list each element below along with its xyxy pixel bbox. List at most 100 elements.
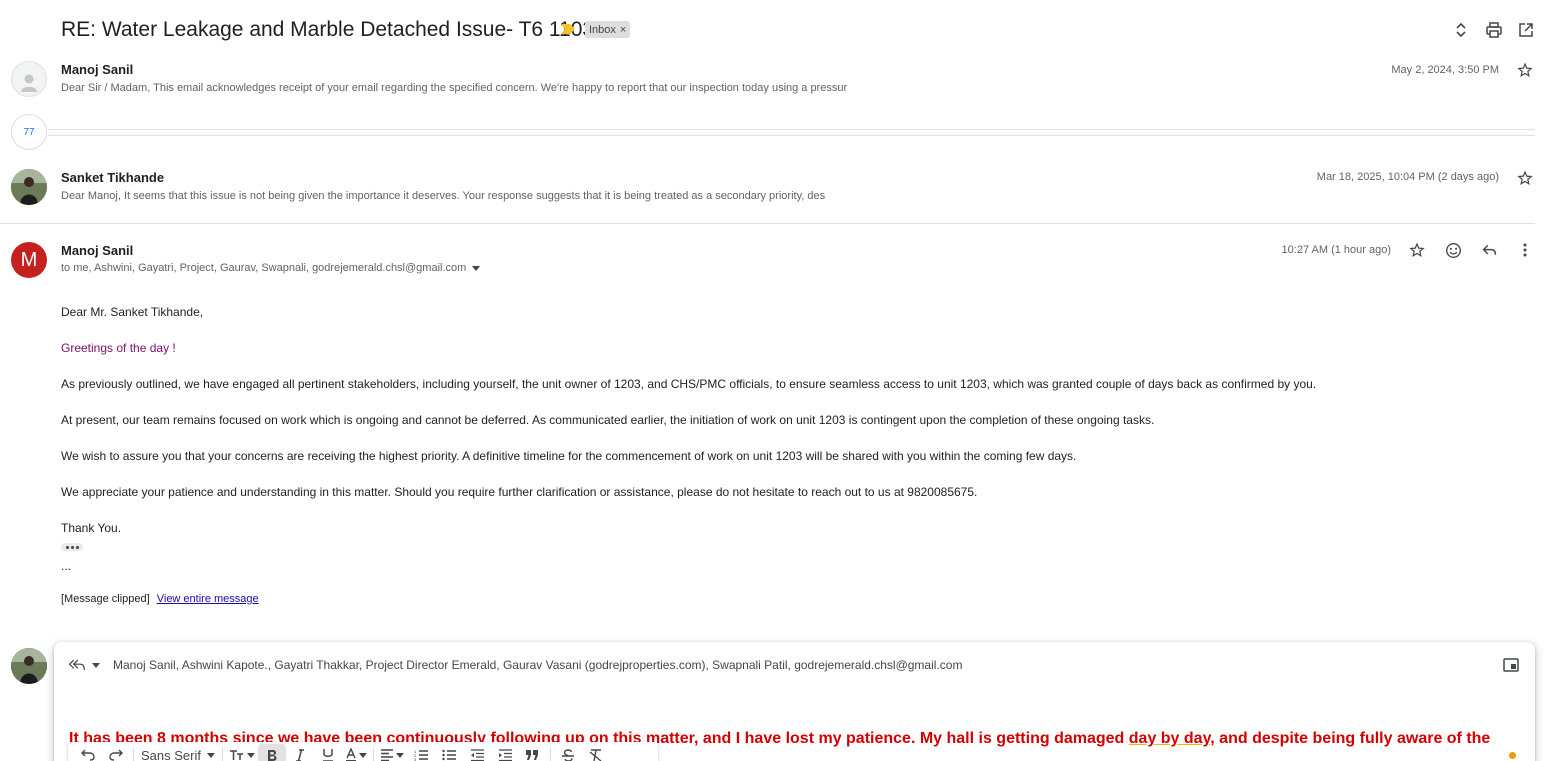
text-size-icon [229,750,255,760]
open-in-new-icon [1519,23,1533,37]
message-snippet[interactable]: Dear Manoj, It seems that this issue is … [61,190,1061,202]
remove-formatting-button[interactable] [582,744,610,761]
quote-icon [526,750,539,760]
toolbar-separator [549,747,551,761]
avatar[interactable] [11,61,47,97]
redo-icon [109,749,123,761]
email-subject: RE: Water Leakage and Marble Detached Is… [61,18,595,41]
label-badge-inbox[interactable]: Inbox × [585,21,631,38]
undo-icon [81,749,95,761]
indent-less-button[interactable] [463,744,491,761]
open-new-window-button[interactable] [1517,21,1535,39]
collapsed-messages-count[interactable]: 77 [11,114,47,150]
unfold-icon [1456,22,1466,38]
star-outline-icon [1517,170,1533,186]
message-date: Mar 18, 2025, 10:04 PM (2 days ago) [1316,171,1499,183]
bold-button[interactable] [257,744,286,761]
sender-name[interactable]: Sanket Tikhande [61,170,164,185]
sender-name[interactable]: Manoj Sanil [61,62,133,77]
undo-button[interactable] [74,744,102,761]
pop-out-reply-button[interactable] [1503,658,1519,672]
font-size-button[interactable] [226,744,258,761]
email-signoff: Thank You. [61,521,122,535]
sender-name[interactable]: Manoj Sanil [61,243,133,258]
chevron-down-icon [92,662,100,668]
add-reaction-button[interactable] [1445,242,1462,259]
toolbar-separator [221,747,223,761]
email-greeting: Greetings of the day ! [61,341,176,355]
more-options-button[interactable] [1517,242,1533,258]
avatar[interactable] [11,169,47,205]
message-date: May 2, 2024, 3:50 PM [1391,64,1499,76]
numbered-list-icon: 123 [414,749,428,761]
align-left-icon [380,749,404,761]
importance-marker-icon[interactable] [561,24,575,34]
toolbar-separator [133,747,134,761]
bulleted-list-button[interactable] [435,744,463,761]
star-button[interactable] [1409,242,1425,258]
strikethrough-button[interactable] [554,744,582,761]
chevron-down-icon [472,265,481,271]
print-button[interactable] [1485,21,1503,39]
collapsed-divider [48,129,1535,130]
underline-button[interactable] [314,744,342,761]
star-outline-icon [1517,62,1533,78]
italic-icon [295,748,304,761]
recipients-text: to me, Ashwini, Gayatri, Project, Gaurav… [61,262,467,274]
message-divider [0,223,1535,224]
svg-text:3: 3 [414,757,417,761]
profile-photo-icon [11,169,47,205]
collapsed-divider [48,135,1535,136]
star-button[interactable] [1517,62,1533,78]
recipients-summary[interactable]: to me, Ashwini, Gayatri, Project, Gaurav… [61,262,481,274]
toolbar-separator [372,747,374,761]
italic-button[interactable] [286,744,314,761]
avatar [11,648,47,684]
message-clipped-notice: [Message clipped] View entire message [61,593,259,605]
email-paragraph: At present, our team remains focused on … [61,413,1155,427]
bulleted-list-icon [442,749,456,761]
align-button[interactable] [377,744,407,761]
font-family-select[interactable]: Sans Serif [137,748,219,761]
reply-recipients[interactable]: Manoj Sanil, Ashwini Kapote., Gayatri Th… [113,658,962,672]
label-badge-text: Inbox [589,23,616,36]
message-snippet[interactable]: Dear Sir / Madam, This email acknowledge… [61,82,1061,94]
profile-photo-icon [11,648,47,684]
reply-text-misspelled: day by day [1128,730,1211,747]
numbered-list-button[interactable]: 123 [407,744,435,761]
reply-type-button[interactable] [68,658,100,672]
avatar[interactable]: M [11,242,47,278]
underline-icon [322,749,333,761]
star-outline-icon [1409,242,1425,258]
clipped-label: [Message clipped] [61,593,150,605]
emoji-icon [1446,243,1461,258]
more-vert-icon [1523,243,1527,257]
redo-button[interactable] [102,744,130,761]
text-color-button[interactable] [342,744,370,761]
pop-out-icon [1503,658,1519,672]
remove-label-icon[interactable]: × [620,24,626,36]
reply-all-icon [68,659,85,670]
email-salutation: Dear Mr. Sanket Tikhande, [61,305,204,319]
indent-decrease-icon [470,749,484,761]
expand-all-button[interactable] [1452,21,1470,39]
email-paragraph: We appreciate your patience and understa… [61,485,978,499]
font-family-value: Sans Serif [141,747,201,761]
quote-button[interactable] [519,744,547,761]
show-trimmed-content-button[interactable] [61,543,83,551]
text-color-icon [345,748,367,761]
bold-icon [267,749,277,761]
print-icon [1486,22,1502,38]
strikethrough-icon [561,748,574,761]
formatting-toolbar: Sans Serif 123 [68,742,658,761]
chevron-down-icon [206,752,215,758]
indent-increase-icon [498,749,512,761]
star-button[interactable] [1517,170,1533,186]
message-date: 10:27 AM (1 hour ago) [1281,244,1391,256]
reply-button[interactable] [1481,242,1498,259]
email-paragraph: As previously outlined, we have engaged … [61,377,1317,391]
format-clear-icon [589,748,602,761]
indent-more-button[interactable] [491,744,519,761]
view-entire-message-link[interactable]: View entire message [157,593,259,605]
reply-icon [1482,244,1497,255]
